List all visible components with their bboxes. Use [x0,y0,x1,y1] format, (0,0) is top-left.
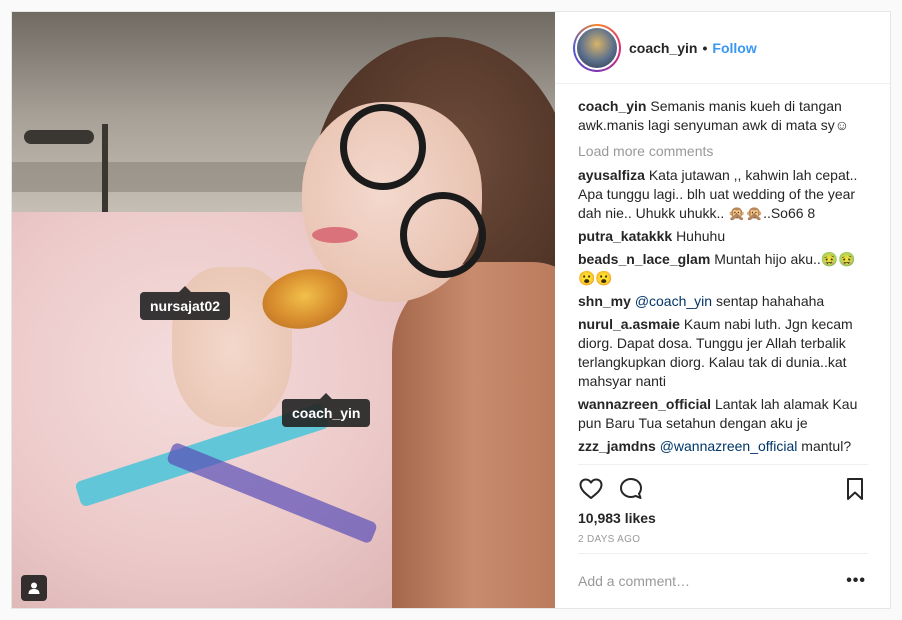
bookmark-icon [847,478,863,500]
add-comment-input[interactable] [578,573,838,589]
comment-item: wannazreen_official Lantak lah alamak Ka… [578,395,868,433]
comment-username[interactable]: ayusalfiza [578,167,645,183]
photo-ceiling-fan [24,130,94,144]
user-tag-button[interactable] [21,575,47,601]
photo-arm [392,262,555,608]
likes-count[interactable]: 10,983 likes [578,510,656,526]
comment-username[interactable]: wannazreen_official [578,396,711,412]
comment-item: zzz_jamdns @wannazreen_official mantul? [578,437,868,456]
load-more-comments-button[interactable]: Load more comments [578,142,868,161]
comment-username[interactable]: putra_katakkk [578,228,672,244]
comment-text: Huhuhu [676,228,726,244]
avatar[interactable] [573,23,621,72]
follow-button[interactable]: Follow [712,40,756,56]
post-timestamp[interactable]: 2 DAYS AGO [578,534,640,545]
photo-tag-coach-yin[interactable]: coach_yin [282,393,371,427]
more-options-button[interactable]: ••• [846,572,866,590]
post-photo[interactable]: nursajat02 coach_yin [12,12,555,608]
photo-glasses-left [340,104,426,190]
comment-item: beads_n_lace_glam Muntah hijo aku..🤢🤢😮😮 [578,250,868,288]
comment-username[interactable]: shn_my [578,293,631,309]
post-side-panel: coach_yin • Follow coach_yin Semanis man… [555,12,890,608]
comment-username[interactable]: nurul_a.asmaie [578,316,680,332]
comment-item: shn_my @coach_yin sentap hahahaha [578,292,868,311]
header-username[interactable]: coach_yin [629,40,697,56]
divider [578,464,868,465]
like-button[interactable] [578,476,604,502]
comment-item: nurul_a.asmaie Kaum nabi luth. Jgn kecam… [578,315,868,391]
post-header: coach_yin • Follow [555,12,890,84]
separator-dot: • [702,39,708,56]
action-bar [578,476,868,502]
comment-item: ayusalfiza Kata jutawan ,, kahwin lah ce… [578,166,868,223]
photo-lips [312,227,358,243]
heart-icon [579,478,603,499]
caption: coach_yin Semanis manis kueh di tangan a… [578,97,868,135]
comment-mention[interactable]: @coach_yin [635,293,712,309]
avatar-image [575,25,619,70]
user-tag-icon [28,582,40,594]
post-card: nursajat02 coach_yin coach_yin • Follow … [11,11,891,609]
photo-tag-nursajat02[interactable]: nursajat02 [140,286,231,320]
comment-username[interactable]: beads_n_lace_glam [578,251,710,267]
save-button[interactable] [842,476,868,502]
photo-lamp-pole [102,124,108,214]
comment-button[interactable] [618,476,644,502]
comment-username[interactable]: zzz_jamdns [578,438,656,454]
comment-item: putra_katakkk Huhuhu [578,227,868,246]
comments-list[interactable]: coach_yin Semanis manis kueh di tangan a… [578,97,868,463]
comment-text: mantul? [797,438,852,454]
caption-username[interactable]: coach_yin [578,98,646,114]
divider [578,553,868,554]
comment-text: sentap hahahaha [712,293,825,309]
photo-glasses-right [400,192,486,278]
comment-icon [620,478,642,499]
comment-mention[interactable]: @wannazreen_official [660,438,798,454]
